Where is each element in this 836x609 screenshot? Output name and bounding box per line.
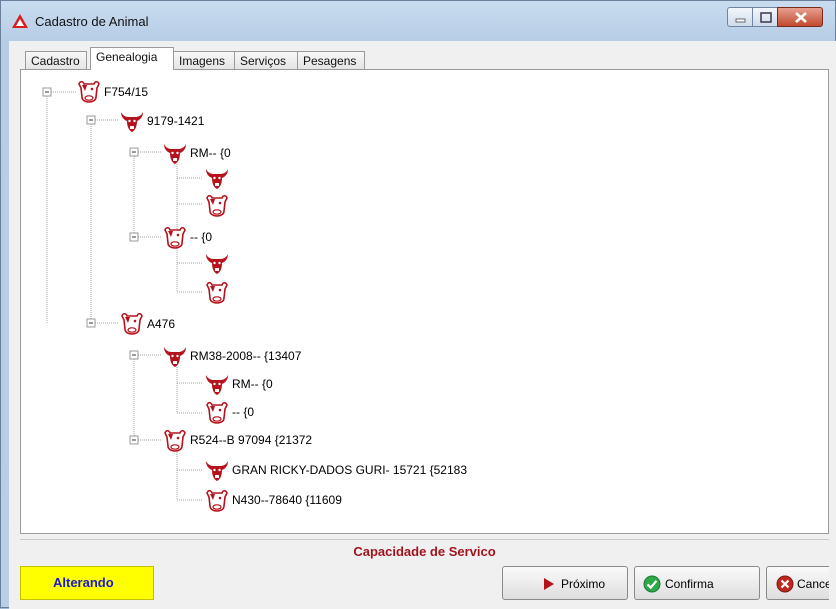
cow-head-icon [121,312,143,335]
title-bar[interactable]: Cadastro de Animal [1,1,835,41]
confirm-button[interactable]: Confirma [634,566,760,600]
tree-collapse-icon[interactable] [129,435,139,445]
cow-head-icon [206,489,228,512]
tree-node-dam-sire-dam[interactable]: -- {0 [232,405,254,419]
tree-node-dam-dam-sire[interactable]: GRAN RICKY-DADOS GURI- 15721 {52183 [232,463,467,477]
tree-node-root[interactable]: F754/15 [104,85,148,99]
minimize-icon [735,18,746,23]
next-button[interactable]: Próximo [502,566,628,600]
cow-head-icon [206,401,228,424]
play-arrow-icon [544,578,554,590]
check-circle-icon [643,575,661,593]
tab-cadastro[interactable]: Cadastro [25,51,87,69]
genealogy-tree[interactable]: F754/15 9179-1421 RM-- {0 -- {0 A476 RM3… [21,70,828,533]
tab-pesagens[interactable]: Pesagens [297,51,365,69]
bull-head-icon [206,169,228,189]
status-indicator: Alterando [20,566,154,600]
tree-collapse-icon[interactable] [129,232,139,242]
bull-head-icon [121,112,143,132]
bull-head-icon [206,375,228,395]
cancel-button[interactable]: Cance [766,566,829,600]
tree-collapse-icon[interactable] [86,115,96,125]
maximize-button[interactable] [752,7,778,27]
cow-head-icon [206,194,228,217]
tree-node-sire[interactable]: 9179-1421 [147,114,205,128]
close-button[interactable] [777,7,823,27]
tree-node-sire-dam[interactable]: -- {0 [190,230,212,244]
tree-node-dam-dam-dam[interactable]: N430--78640 {11609 [232,493,342,507]
cow-head-icon [206,281,228,304]
cow-head-icon [164,429,186,452]
main-window: Cadastro de Animal Cadastro Genealogia I… [0,0,836,609]
capacity-label: Capacidade de Servico [353,544,496,559]
app-logo-icon [12,14,28,28]
tree-node-dam[interactable]: A476 [147,317,175,331]
tab-servicos[interactable]: Serviços [234,51,298,69]
maximize-icon [760,12,772,23]
window-title: Cadastro de Animal [35,14,149,29]
bull-head-icon [206,254,228,274]
cow-head-icon [164,226,186,249]
bull-head-icon [206,461,228,481]
tree-collapse-icon[interactable] [129,147,139,157]
close-icon [795,12,807,23]
bull-head-icon [164,347,186,367]
tree-collapse-icon[interactable] [42,87,52,97]
cow-head-icon [78,80,100,103]
tree-collapse-icon[interactable] [129,350,139,360]
genealogy-panel: F754/15 9179-1421 RM-- {0 -- {0 A476 RM3… [20,69,829,534]
tab-imagens[interactable]: Imagens [173,51,235,69]
bull-head-icon [164,144,186,164]
minimize-button[interactable] [727,7,753,27]
tree-node-dam-sire[interactable]: RM38-2008-- {13407 [190,349,302,363]
tree-node-dam-dam[interactable]: R524--B 97094 {21372 [190,433,312,447]
tab-genealogia[interactable]: Genealogia [90,47,174,70]
tree-node-sire-sire[interactable]: RM-- {0 [190,146,231,160]
bottom-toolbar: Alterando Próximo Confirma Cance [20,563,829,603]
cancel-x-icon [776,575,794,593]
tree-node-dam-sire-sire[interactable]: RM-- {0 [232,377,273,391]
tree-collapse-icon[interactable] [86,318,96,328]
capacity-bar: Capacidade de Servico [20,539,829,564]
